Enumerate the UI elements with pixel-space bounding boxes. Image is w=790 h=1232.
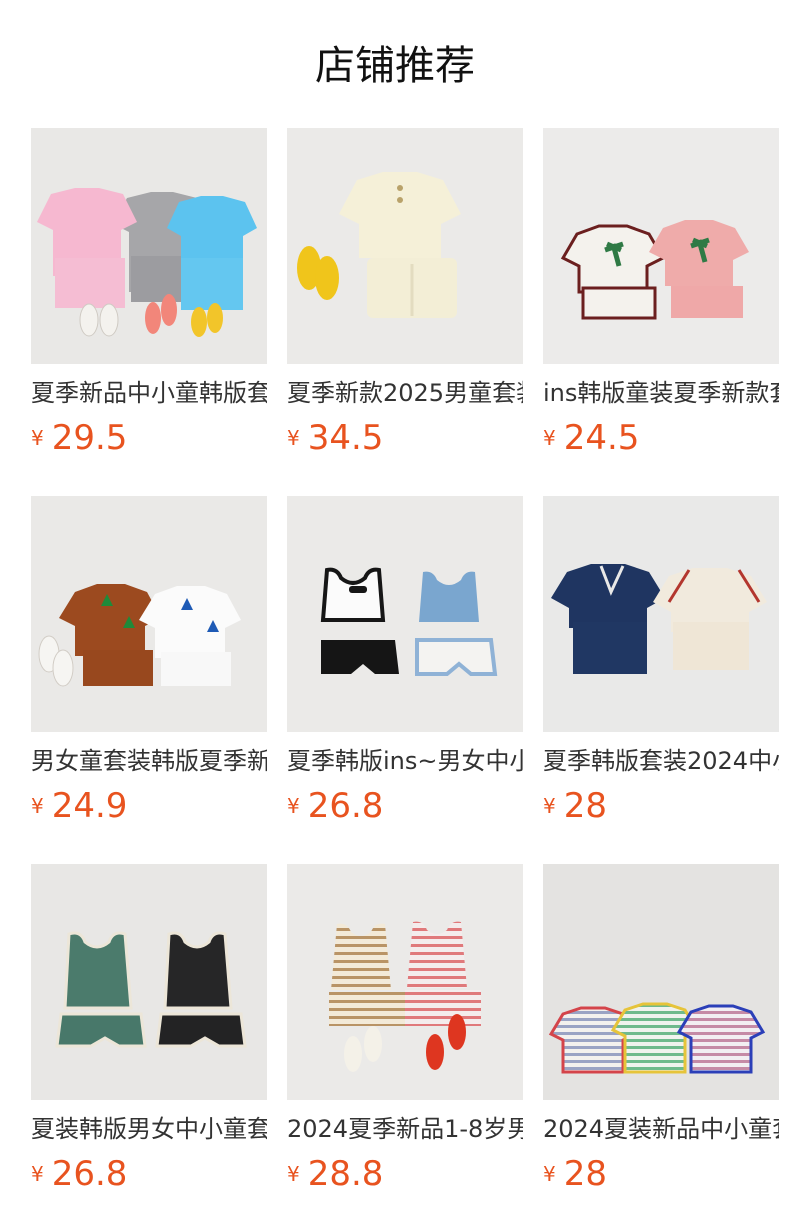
product-name[interactable]: 夏季新款2025男童套装 xyxy=(287,376,523,410)
product-photo xyxy=(287,128,523,364)
product-card[interactable]: 夏季新款2025男童套装 ¥34.5 xyxy=(287,128,524,478)
product-photo xyxy=(31,864,267,1100)
currency-symbol: ¥ xyxy=(287,794,300,818)
product-name[interactable]: 夏季韩版套装2024中小童 xyxy=(543,744,779,778)
product-image[interactable] xyxy=(287,496,523,732)
product-image[interactable] xyxy=(287,864,523,1100)
page-title: 店铺推荐 xyxy=(315,43,475,89)
price-value: 28.8 xyxy=(307,1154,384,1194)
product-price: ¥29.5 xyxy=(31,416,127,460)
product-image[interactable] xyxy=(543,496,779,732)
product-name[interactable]: 夏装韩版男女中小童套装 xyxy=(31,1112,267,1146)
product-name[interactable]: 2024夏季新品1-8岁男女童 xyxy=(287,1112,523,1146)
product-card[interactable]: 夏装韩版男女中小童套装 ¥26.8 xyxy=(31,864,268,1214)
currency-symbol: ¥ xyxy=(543,426,556,450)
product-price: ¥26.8 xyxy=(287,784,383,828)
product-price: ¥34.5 xyxy=(287,416,383,460)
product-photo xyxy=(543,864,779,1100)
price-value: 26.8 xyxy=(307,786,384,826)
product-card[interactable]: 夏季新品中小童韩版套装 ¥29.5 xyxy=(31,128,268,478)
product-card[interactable]: 夏季韩版ins~男女中小童 ¥26.8 xyxy=(287,496,524,846)
product-image[interactable] xyxy=(543,864,779,1100)
price-value: 26.8 xyxy=(51,1154,128,1194)
currency-symbol: ¥ xyxy=(543,1162,556,1186)
price-value: 24.5 xyxy=(563,418,640,458)
product-card[interactable]: 男女童套装韩版夏季新款 ¥24.9 xyxy=(31,496,268,846)
price-value: 28 xyxy=(563,1154,607,1194)
product-price: ¥24.5 xyxy=(543,416,639,460)
product-image[interactable] xyxy=(31,496,267,732)
product-name[interactable]: 男女童套装韩版夏季新款 xyxy=(31,744,267,778)
product-name[interactable]: 夏季新品中小童韩版套装 xyxy=(31,376,267,410)
product-photo xyxy=(287,496,523,732)
product-image[interactable] xyxy=(31,864,267,1100)
currency-symbol: ¥ xyxy=(31,1162,44,1186)
product-price: ¥28 xyxy=(543,1152,607,1196)
product-name[interactable]: 2024夏装新品中小童套装 xyxy=(543,1112,779,1146)
price-value: 28 xyxy=(563,786,607,826)
product-image[interactable] xyxy=(287,128,523,364)
product-card[interactable]: 2024夏装新品中小童套装 ¥28 xyxy=(543,864,780,1214)
currency-symbol: ¥ xyxy=(31,794,44,818)
price-value: 34.5 xyxy=(307,418,384,458)
product-card[interactable]: 2024夏季新品1-8岁男女童 ¥28.8 xyxy=(287,864,524,1214)
product-photo xyxy=(287,864,523,1100)
store-recommendations-page: 店铺推荐 夏季新品中小童韩版套 ¥ 29.5 夏季新款2025男童套装 ¥ 34… xyxy=(0,0,790,1232)
price-value: 24.9 xyxy=(51,786,128,826)
product-card[interactable]: 夏季韩版套装2024中小童 ¥28 xyxy=(543,496,780,846)
product-name[interactable]: ins韩版童装夏季新款套装 xyxy=(543,376,779,410)
product-price: ¥28 xyxy=(543,784,607,828)
product-photo xyxy=(543,496,779,732)
product-name[interactable]: 夏季韩版ins~男女中小童 xyxy=(287,744,523,778)
price-value: 29.5 xyxy=(51,418,128,458)
product-price: ¥24.9 xyxy=(31,784,127,828)
currency-symbol: ¥ xyxy=(31,426,44,450)
product-photo xyxy=(31,128,267,364)
product-card[interactable]: ins韩版童装夏季新款套装 ¥24.5 xyxy=(543,128,780,478)
currency-symbol: ¥ xyxy=(287,1162,300,1186)
product-photo xyxy=(543,128,779,364)
product-photo xyxy=(31,496,267,732)
product-price: ¥26.8 xyxy=(31,1152,127,1196)
product-image[interactable] xyxy=(31,128,267,364)
currency-symbol: ¥ xyxy=(543,794,556,818)
product-image[interactable] xyxy=(543,128,779,364)
currency-symbol: ¥ xyxy=(287,426,300,450)
product-price: ¥28.8 xyxy=(287,1152,383,1196)
